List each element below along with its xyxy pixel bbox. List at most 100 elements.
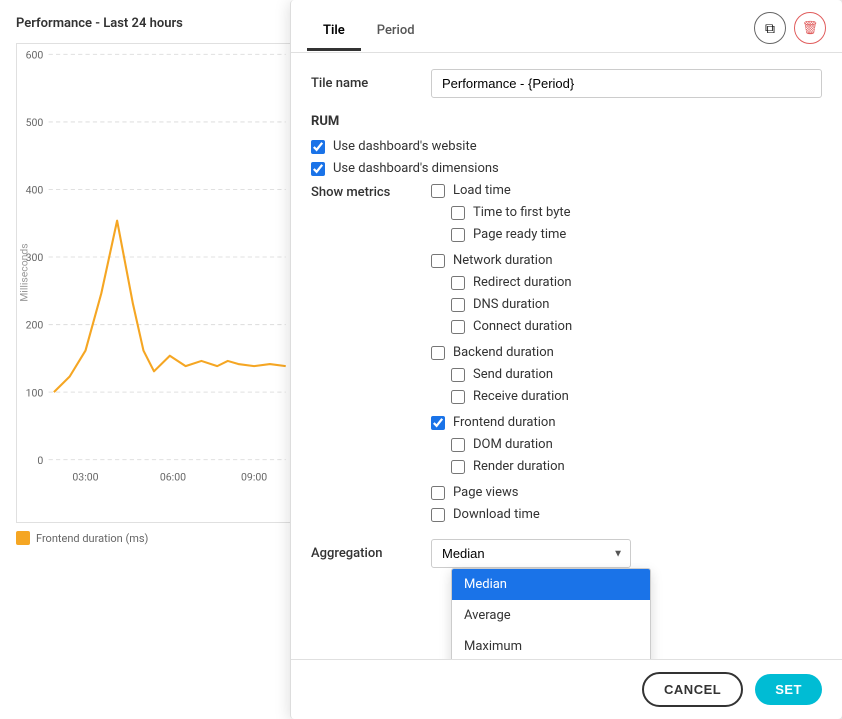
tile-name-label: Tile name [311, 76, 431, 91]
dropdown-item-maximum[interactable]: Maximum [452, 631, 650, 659]
metric-frontend-duration-checkbox[interactable] [431, 416, 445, 430]
metric-receive-duration-label: Receive duration [473, 389, 569, 404]
copy-icon: ⧉ [765, 20, 775, 37]
metric-page-ready-time: Page ready time [451, 227, 572, 242]
metric-redirect-duration: Redirect duration [451, 275, 572, 290]
use-dashboard-website-checkbox[interactable] [311, 140, 325, 154]
use-dashboard-website-row: Use dashboard's website [311, 139, 822, 154]
cancel-button[interactable]: CANCEL [642, 672, 743, 707]
metric-connect-duration: Connect duration [451, 319, 572, 334]
metric-network-duration-label: Network duration [453, 253, 553, 268]
modal-footer: CANCEL SET [291, 659, 842, 719]
legend-label: Frontend duration (ms) [36, 532, 148, 545]
metric-dom-duration-checkbox[interactable] [451, 438, 465, 452]
chart-legend: Frontend duration (ms) [16, 531, 292, 545]
metric-download-time: Download time [431, 507, 572, 522]
metric-render-duration: Render duration [451, 459, 572, 474]
metric-render-duration-label: Render duration [473, 459, 565, 474]
show-metrics-section: Show metrics Load time Time to first byt… [311, 183, 822, 529]
svg-text:0: 0 [37, 454, 43, 467]
tab-period[interactable]: Period [361, 13, 431, 51]
metric-dns-duration-checkbox[interactable] [451, 298, 465, 312]
metric-page-views: Page views [431, 485, 572, 500]
metric-frontend-duration: Frontend duration [431, 415, 572, 430]
metric-group-frontend: Frontend duration DOM duration Render du… [431, 415, 572, 481]
metric-connect-duration-checkbox[interactable] [451, 320, 465, 334]
metric-receive-duration-checkbox[interactable] [451, 390, 465, 404]
metric-group-network: Network duration Redirect duration DNS d… [431, 253, 572, 341]
metric-group-backend: Backend duration Send duration Receive d… [431, 345, 572, 411]
chart-svg: 600 500 400 300 200 100 0 Milliseconds 0… [17, 44, 291, 522]
tab-tile[interactable]: Tile [307, 13, 361, 51]
chart-title: Performance - Last 24 hours [16, 16, 292, 31]
metric-render-duration-checkbox[interactable] [451, 460, 465, 474]
dropdown-item-median[interactable]: Median [452, 569, 650, 600]
trash-icon: 🗑 [802, 20, 819, 36]
dropdown-item-average[interactable]: Average [452, 600, 650, 631]
metric-frontend-duration-label: Frontend duration [453, 415, 556, 430]
metric-page-views-label: Page views [453, 485, 518, 500]
metric-download-time-checkbox[interactable] [431, 508, 445, 522]
metric-dns-duration: DNS duration [451, 297, 572, 312]
chart-container: 600 500 400 300 200 100 0 Milliseconds 0… [16, 43, 292, 523]
svg-text:600: 600 [26, 49, 44, 62]
rum-heading: RUM [311, 114, 822, 129]
metric-page-views-checkbox[interactable] [431, 486, 445, 500]
aggregation-section: Aggregation Median Average Maximum Minim… [311, 539, 822, 568]
header-actions: ⧉ 🗑 [754, 12, 826, 52]
metric-time-first-byte-checkbox[interactable] [451, 206, 465, 220]
metric-page-ready-time-checkbox[interactable] [451, 228, 465, 242]
aggregation-select[interactable]: Median Average Maximum Minimum [431, 539, 631, 568]
metric-send-duration: Send duration [451, 367, 572, 382]
aggregation-dropdown: Median Average Maximum Minimum [451, 568, 651, 659]
aggregation-select-wrapper: Median Average Maximum Minimum ▼ [431, 539, 631, 568]
tile-name-input[interactable] [431, 69, 822, 98]
set-button[interactable]: SET [755, 674, 822, 705]
metric-backend-duration: Backend duration [431, 345, 572, 360]
metric-connect-duration-label: Connect duration [473, 319, 572, 334]
svg-text:03:00: 03:00 [72, 471, 98, 484]
metrics-options: Load time Time to first byte Page ready … [431, 183, 572, 529]
tile-name-row: Tile name [311, 69, 822, 98]
modal-body: Tile name RUM Use dashboard's website Us… [291, 53, 842, 659]
legend-icon [16, 531, 30, 545]
metric-load-time-checkbox[interactable] [431, 184, 445, 198]
svg-text:Milliseconds: Milliseconds [17, 243, 30, 301]
settings-modal: Tile Period ⧉ 🗑 Tile name RUM Use dashbo… [290, 0, 842, 719]
metric-network-duration-checkbox[interactable] [431, 254, 445, 268]
metric-backend-duration-label: Backend duration [453, 345, 554, 360]
metric-dns-duration-label: DNS duration [473, 297, 549, 312]
metric-backend-duration-checkbox[interactable] [431, 346, 445, 360]
metric-network-duration: Network duration [431, 253, 572, 268]
metric-receive-duration: Receive duration [451, 389, 572, 404]
metric-dom-duration-label: DOM duration [473, 437, 553, 452]
metric-redirect-duration-checkbox[interactable] [451, 276, 465, 290]
use-dashboard-dimensions-checkbox[interactable] [311, 162, 325, 176]
chart-panel: Performance - Last 24 hours 600 500 400 … [0, 0, 300, 719]
svg-text:200: 200 [26, 319, 44, 332]
aggregation-label: Aggregation [311, 546, 431, 561]
svg-text:06:00: 06:00 [160, 471, 186, 484]
metric-send-duration-checkbox[interactable] [451, 368, 465, 382]
modal-header: Tile Period ⧉ 🗑 [291, 0, 842, 53]
metric-download-time-label: Download time [453, 507, 540, 522]
copy-button[interactable]: ⧉ [754, 12, 786, 44]
metric-dom-duration: DOM duration [451, 437, 572, 452]
metric-send-duration-label: Send duration [473, 367, 553, 382]
svg-text:09:00: 09:00 [241, 471, 267, 484]
use-dashboard-website-label: Use dashboard's website [333, 139, 477, 154]
metric-load-time: Load time [431, 183, 572, 198]
metric-group-load: Load time Time to first byte Page ready … [431, 183, 572, 249]
use-dashboard-dimensions-row: Use dashboard's dimensions [311, 161, 822, 176]
tabs: Tile Period [307, 13, 431, 51]
metric-redirect-duration-label: Redirect duration [473, 275, 572, 290]
metric-time-first-byte: Time to first byte [451, 205, 572, 220]
svg-text:500: 500 [26, 116, 44, 129]
metric-load-time-label: Load time [453, 183, 511, 198]
metric-page-ready-time-label: Page ready time [473, 227, 566, 242]
aggregation-row: Aggregation Median Average Maximum Minim… [311, 539, 822, 568]
delete-button[interactable]: 🗑 [794, 12, 826, 44]
show-metrics-label: Show metrics [311, 183, 431, 529]
svg-text:100: 100 [26, 386, 44, 399]
svg-text:400: 400 [26, 184, 44, 197]
